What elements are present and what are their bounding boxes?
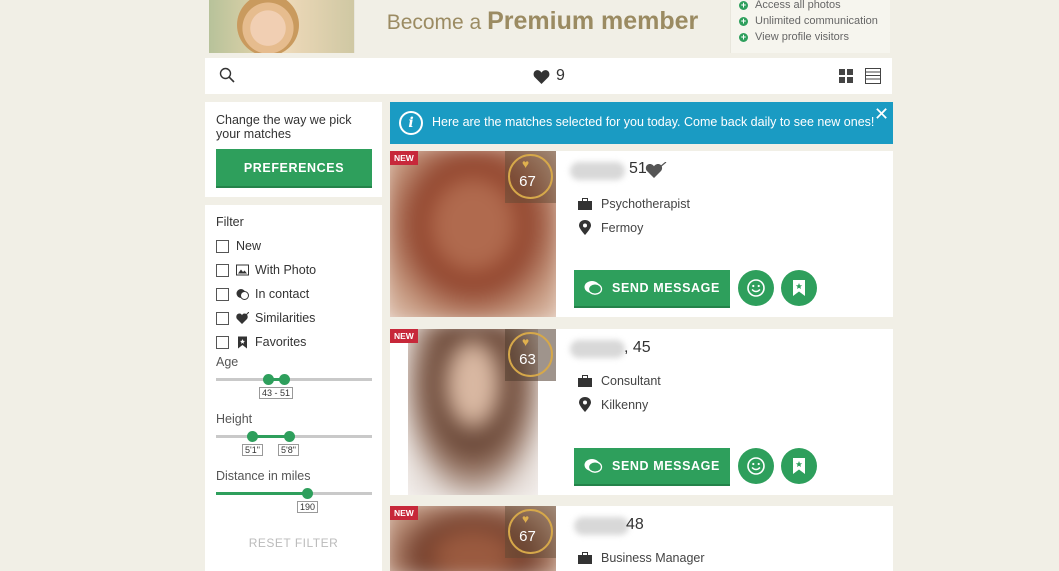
match-score: ♥ 67 xyxy=(505,151,556,203)
heart-arrow-icon: ♥ xyxy=(522,157,530,171)
checkbox[interactable] xyxy=(216,239,229,253)
checkbox[interactable] xyxy=(216,311,229,325)
smiley-button[interactable] xyxy=(738,448,774,484)
match-score: ♥ 67 xyxy=(505,506,556,558)
filter-title: Filter xyxy=(216,215,244,229)
preferences-text: Change the way we pick your matches xyxy=(216,113,352,141)
favorites-count: 9 xyxy=(556,67,565,84)
occupation: Psychotherapist xyxy=(578,197,690,211)
filter-favorites[interactable]: Favorites xyxy=(216,335,306,349)
height-min-tooltip: 5'1" xyxy=(242,444,263,456)
filter-with-photo[interactable]: With Photo xyxy=(216,263,316,277)
blurred-name xyxy=(570,162,625,180)
distance-label: Distance in miles xyxy=(216,469,311,483)
favorite-button[interactable] xyxy=(781,448,817,484)
occupation: Consultant xyxy=(578,374,661,388)
match-score: ♥ 63 xyxy=(505,329,556,381)
grid-view-icon[interactable] xyxy=(839,69,853,83)
premium-banner[interactable]: Become a Premium member + Access all phot… xyxy=(209,0,890,53)
favorites-counter[interactable]: 9 xyxy=(533,67,565,85)
match-card[interactable]: NEW ♥ 67 48 Business Manager xyxy=(390,506,893,571)
height-max-handle[interactable] xyxy=(284,431,295,442)
benefit-item: + View profile visitors xyxy=(739,31,849,43)
send-message-button[interactable]: SEND MESSAGE xyxy=(574,448,730,484)
distance-handle[interactable] xyxy=(302,488,313,499)
age-min-handle[interactable] xyxy=(263,374,274,385)
briefcase-icon xyxy=(578,552,592,564)
location: Kilkenny xyxy=(578,397,648,412)
info-icon: i xyxy=(399,111,423,135)
filter-similarities[interactable]: Similarities xyxy=(216,311,315,325)
filter-new[interactable]: New xyxy=(216,239,261,253)
match-card[interactable]: NEW ♥ 63 , 45 Consultant Kilkenny SEND M… xyxy=(390,329,893,495)
filter-panel: Filter New With Photo In contact Similar… xyxy=(205,205,382,571)
plus-icon: + xyxy=(739,0,748,10)
heart-arrow-icon: ♥ xyxy=(522,512,530,526)
location-pin-icon xyxy=(578,220,592,235)
chat-icon xyxy=(584,459,603,473)
age-value-tooltip: 43 - 51 xyxy=(259,387,294,399)
checkbox[interactable] xyxy=(216,287,229,301)
profile-age: 48 xyxy=(626,516,644,533)
benefit-item: + Access all photos xyxy=(739,0,841,11)
height-min-handle[interactable] xyxy=(247,431,258,442)
filter-in-contact[interactable]: In contact xyxy=(216,287,309,301)
close-icon[interactable]: ✕ xyxy=(874,104,889,125)
reset-filter-button[interactable]: RESET FILTER xyxy=(205,536,382,550)
smiley-icon xyxy=(747,457,765,475)
info-banner: i Here are the matches selected for you … xyxy=(390,102,893,144)
send-message-button[interactable]: SEND MESSAGE xyxy=(574,270,730,306)
photo-icon xyxy=(236,264,249,275)
preferences-card: Change the way we pick your matches PREF… xyxy=(205,102,382,197)
distance-tooltip: 190 xyxy=(297,501,319,513)
heart-icon xyxy=(533,69,550,84)
banner-benefits: + Access all photos + Unlimited communicat… xyxy=(731,0,890,53)
age-label: Age xyxy=(216,355,239,369)
location-pin-icon xyxy=(578,397,592,412)
plus-icon: + xyxy=(739,15,748,26)
preferences-button[interactable]: PREFERENCES xyxy=(216,149,372,186)
checkbox[interactable] xyxy=(216,335,229,349)
briefcase-icon xyxy=(578,198,592,210)
list-view-icon[interactable] xyxy=(865,68,881,84)
banner-title: Become a Premium member xyxy=(386,7,699,35)
match-card[interactable]: NEW ♥ 67 51 Psychotherapist Fermoy SEND … xyxy=(390,151,893,317)
heart-arrow-icon xyxy=(236,311,249,324)
distance-slider-range xyxy=(216,492,308,495)
height-max-tooltip: 5'8" xyxy=(278,444,299,456)
chat-bubbles-icon xyxy=(236,288,249,300)
search-icon[interactable] xyxy=(219,67,235,83)
chat-icon xyxy=(584,281,603,295)
profile-age: , 45 xyxy=(624,339,651,356)
age-max-handle[interactable] xyxy=(279,374,290,385)
briefcase-icon xyxy=(578,375,592,387)
banner-photo xyxy=(209,0,354,53)
heart-arrow-icon: ♥ xyxy=(522,335,530,349)
checkbox[interactable] xyxy=(216,263,229,277)
occupation: Business Manager xyxy=(578,551,705,565)
height-label: Height xyxy=(216,412,253,426)
plus-icon: + xyxy=(739,31,748,42)
bookmark-star-icon xyxy=(793,458,805,474)
blurred-name xyxy=(570,340,625,358)
bookmark-icon xyxy=(238,336,247,348)
benefit-item: + Unlimited communication xyxy=(739,15,878,27)
toolbar: 9 xyxy=(205,58,892,94)
bookmark-star-icon xyxy=(793,280,805,296)
age-slider-track[interactable] xyxy=(216,378,372,381)
new-badge: NEW xyxy=(390,329,418,343)
info-text: Here are the matches selected for you to… xyxy=(432,115,875,129)
similarity-heart-icon xyxy=(645,162,667,178)
new-badge: NEW xyxy=(390,506,418,520)
new-badge: NEW xyxy=(390,151,418,165)
location: Fermoy xyxy=(578,220,643,235)
favorite-button[interactable] xyxy=(781,270,817,306)
blurred-name xyxy=(574,517,629,535)
smiley-button[interactable] xyxy=(738,270,774,306)
smiley-icon xyxy=(747,279,765,297)
